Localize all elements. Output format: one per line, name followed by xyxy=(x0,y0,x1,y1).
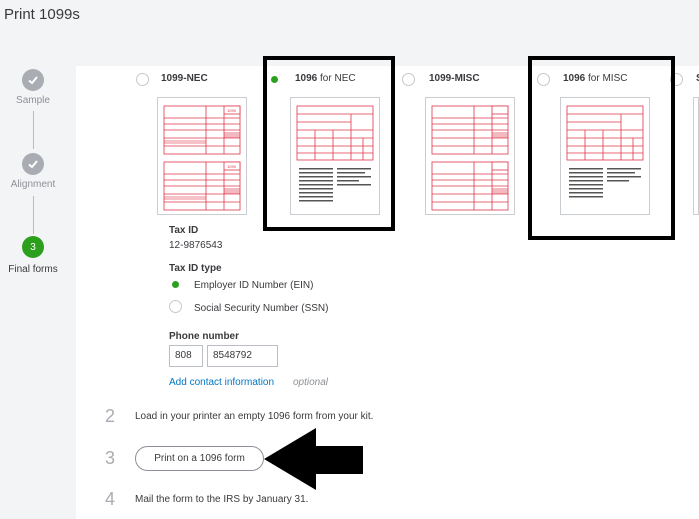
step-connector xyxy=(33,196,34,234)
add-contact-link[interactable]: Add contact information xyxy=(169,377,274,388)
option-1099-nec-label: 1099-NEC xyxy=(161,73,208,84)
annotation-box-1096-misc xyxy=(528,56,675,240)
radio-ssn[interactable] xyxy=(169,300,182,313)
tax-id-label: Tax ID xyxy=(169,225,199,236)
radio-ein[interactable] xyxy=(169,278,182,291)
step-final-number: 3 xyxy=(22,236,44,258)
annotation-box-1096-nec xyxy=(263,56,395,231)
badge-text: 1099 xyxy=(227,108,237,113)
option-1099-misc-label: 1099-MISC xyxy=(429,73,480,84)
radio-1099-nec[interactable] xyxy=(136,73,149,86)
step-sample-label: Sample xyxy=(16,95,50,106)
thumbnail-extra-partial[interactable] xyxy=(693,97,699,215)
ein-option-label: Employer ID Number (EIN) xyxy=(194,280,314,291)
radio-1099-misc[interactable] xyxy=(402,73,415,86)
print-1096-button[interactable]: Print on a 1096 form xyxy=(135,446,264,471)
arrow-left-icon xyxy=(264,428,363,490)
badge-text: 1099 xyxy=(227,164,237,169)
step-alignment-check-icon xyxy=(22,153,44,175)
step-final-label: Final forms xyxy=(8,264,58,275)
thumbnail-1099-misc[interactable] xyxy=(425,97,515,215)
step-4-number: 4 xyxy=(105,489,116,509)
step-connector xyxy=(33,111,34,149)
step-4-text: Mail the form to the IRS by January 31. xyxy=(135,494,309,505)
ssn-option-label: Social Security Number (SSN) xyxy=(194,303,329,314)
step-2-number: 2 xyxy=(105,406,116,426)
thumbnail-1099-nec[interactable]: 1099 1099 xyxy=(157,97,247,215)
tax-id-value: 12-9876543 xyxy=(169,240,223,251)
phone-area-input[interactable]: 808 xyxy=(169,345,203,367)
phone-label: Phone number xyxy=(169,331,240,342)
step-sample-check-icon xyxy=(22,69,44,91)
tax-id-type-label: Tax ID type xyxy=(169,263,222,274)
step-3-number: 3 xyxy=(105,448,116,468)
phone-number-input[interactable]: 8548792 xyxy=(207,345,278,367)
optional-hint: optional xyxy=(293,377,329,388)
step-alignment-label: Alignment xyxy=(10,179,56,190)
page-title: Print 1099s xyxy=(4,6,80,23)
step-2-text: Load in your printer an empty 1096 form … xyxy=(135,411,374,422)
